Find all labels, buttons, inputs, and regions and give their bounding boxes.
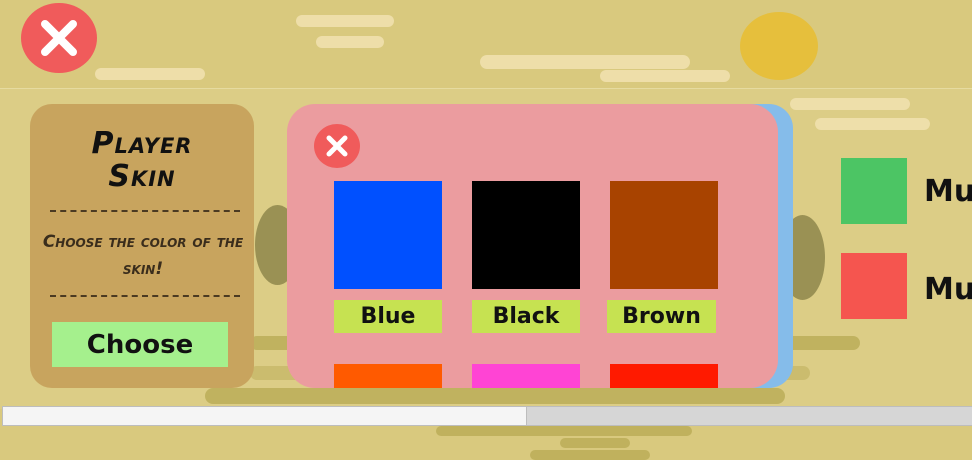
color-swatch-pink[interactable]: [472, 364, 580, 388]
sun: [740, 12, 818, 80]
side-color-swatch-green[interactable]: [841, 158, 907, 224]
close-icon: [41, 20, 77, 56]
ground-strip: [560, 438, 630, 448]
color-picker-modal: Blue Black Brown: [287, 104, 778, 388]
modal-close-button[interactable]: [314, 124, 360, 168]
ground-strip: [436, 426, 692, 436]
side-option-label: Mu: [924, 272, 972, 307]
choose-button[interactable]: Choose: [52, 322, 228, 367]
divider: [50, 295, 240, 297]
cloud: [316, 36, 384, 48]
color-label-black[interactable]: Black: [472, 300, 580, 333]
color-swatch-red[interactable]: [610, 364, 718, 388]
close-icon: [326, 135, 348, 157]
title-line-2: Skin: [108, 159, 176, 194]
cloud: [790, 98, 910, 110]
cloud: [815, 118, 930, 130]
ground-strip: [530, 450, 650, 460]
progress-fill: [2, 406, 527, 426]
cloud: [600, 70, 730, 82]
side-color-swatch-red[interactable]: [841, 253, 907, 319]
title-line-1: Player: [91, 126, 193, 161]
cloud: [95, 68, 205, 80]
color-swatch-blue[interactable]: [334, 181, 442, 289]
color-swatch-orange[interactable]: [334, 364, 442, 388]
color-label-brown[interactable]: Brown: [607, 300, 716, 333]
panel-title: Player Skin: [30, 127, 254, 193]
panel-description: Choose the color of the skin!: [42, 232, 244, 279]
color-label-blue[interactable]: Blue: [334, 300, 442, 333]
side-option-label: Mu: [924, 174, 972, 209]
cloud: [480, 55, 690, 69]
cloud: [296, 15, 394, 27]
color-swatch-brown[interactable]: [610, 181, 718, 289]
divider: [50, 210, 240, 212]
color-swatch-black[interactable]: [472, 181, 580, 289]
ground-strip: [205, 388, 785, 404]
close-button[interactable]: [21, 3, 97, 73]
